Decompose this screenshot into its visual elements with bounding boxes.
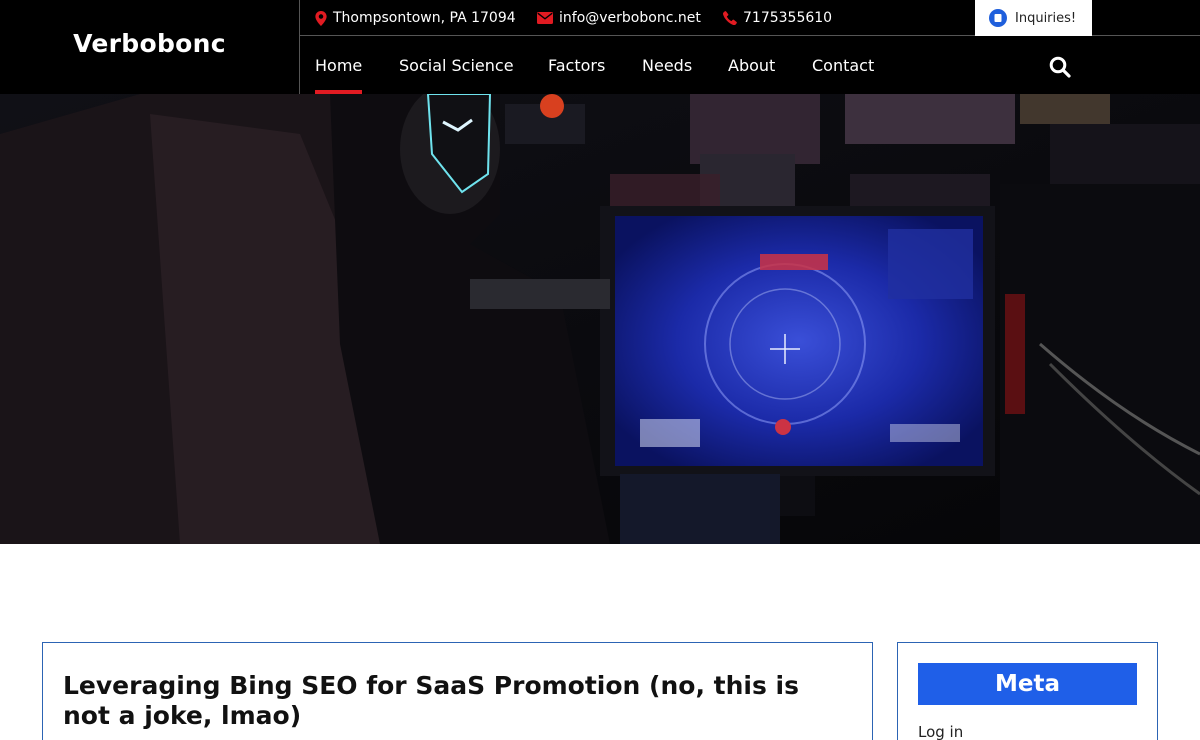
nav-item-social-science[interactable]: Social Science [399, 37, 514, 94]
inquiries-label[interactable]: Inquiries! [1015, 11, 1076, 26]
main-nav: Home Social Science Factors Needs About … [300, 37, 1200, 94]
widget-title: Meta [918, 663, 1137, 705]
nav-item-about[interactable]: About [728, 37, 775, 94]
gamer-photo [0, 94, 1200, 544]
contact-phone[interactable]: 7175355610 [723, 0, 832, 36]
nav-item-home[interactable]: Home [315, 37, 363, 94]
email-text[interactable]: info@verbobonc.net [559, 10, 701, 26]
contact-address: Thompsontown, PA 17094 [315, 0, 516, 36]
envelope-icon [537, 12, 553, 24]
inquiries-button[interactable]: Inquiries! [975, 0, 1092, 36]
address-text: Thompsontown, PA 17094 [333, 10, 516, 26]
site-header: Verbobonc Thompsontown, PA 17094 info@ve… [0, 0, 1200, 94]
hero-image [0, 94, 1200, 544]
contact-email[interactable]: info@verbobonc.net [537, 0, 701, 36]
meta-widget: Meta Log in [897, 642, 1158, 740]
phone-icon [723, 11, 737, 25]
site-logo[interactable]: Verbobonc [0, 0, 300, 94]
login-link[interactable]: Log in [918, 723, 963, 740]
nav-item-factors[interactable]: Factors [548, 37, 605, 94]
phone-text[interactable]: 7175355610 [743, 10, 832, 26]
top-contact-bar: Thompsontown, PA 17094 info@verbobonc.ne… [300, 0, 1200, 36]
post-title[interactable]: Leveraging Bing SEO for SaaS Promotion (… [63, 671, 853, 731]
search-button[interactable] [1048, 55, 1072, 79]
map-pin-icon [315, 10, 327, 26]
clipboard-icon [989, 9, 1007, 27]
nav-item-needs[interactable]: Needs [642, 37, 692, 94]
post-card: Leveraging Bing SEO for SaaS Promotion (… [42, 642, 873, 740]
site-title[interactable]: Verbobonc [73, 29, 226, 58]
search-icon [1049, 56, 1071, 78]
nav-item-contact[interactable]: Contact [812, 37, 874, 94]
